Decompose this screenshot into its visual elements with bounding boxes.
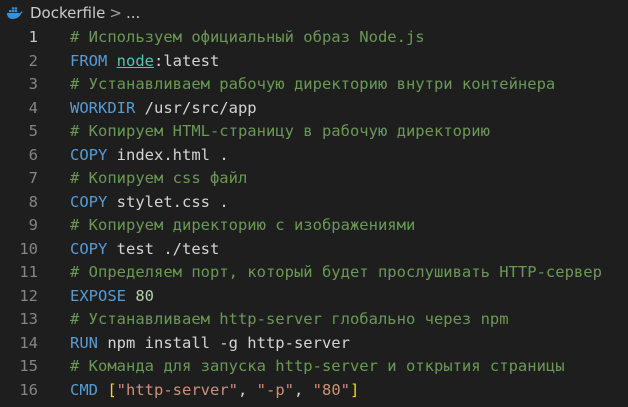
line-content[interactable]: # Команда для запуска http-server и откр…	[70, 355, 565, 379]
code-line[interactable]: 15 # Команда для запуска http-server и от…	[0, 355, 628, 379]
token-link: node	[116, 51, 154, 70]
line-number: 9	[28, 216, 38, 234]
token-kw: COPY	[70, 239, 117, 258]
line-number: 2	[28, 51, 38, 70]
code-line[interactable]: 14 RUN npm install -g http-server	[0, 332, 628, 356]
code-line[interactable]: 7 # Копируем css файл	[0, 167, 628, 191]
code-lines[interactable]: 1 # Используем официальный образ Node.js 2…	[0, 26, 628, 402]
line-number: 4	[28, 98, 38, 117]
code-line[interactable]: 8 COPY stylet.css .	[0, 191, 628, 215]
line-content[interactable]: # Копируем директорию с изображениями	[70, 214, 415, 238]
token-comment: # Используем официальный образ Node.js	[70, 28, 425, 46]
line-content[interactable]: # Определяем порт, который будет прослуш…	[70, 261, 602, 285]
code-line[interactable]: 16 CMD ["http-server", "-p", "80"]	[0, 379, 628, 403]
line-number: 16	[19, 380, 38, 399]
docker-whale-icon	[6, 7, 23, 19]
line-number: 15	[19, 357, 38, 375]
token-comment: # Копируем HTML-страницу в рабочую дирек…	[70, 122, 490, 140]
token-str: "-p"	[256, 380, 294, 399]
line-number: 13	[19, 310, 38, 328]
token-comment: # Устанавливаем http-server глобально че…	[70, 310, 509, 328]
line-content[interactable]: FROM node:latest	[70, 50, 219, 74]
line-content[interactable]: COPY stylet.css .	[70, 191, 229, 215]
code-line[interactable]: 2 FROM node:latest	[0, 50, 628, 74]
line-number: 12	[19, 286, 38, 305]
line-content[interactable]: WORKDIR /usr/src/app	[70, 97, 257, 121]
token-bracket: [	[107, 380, 117, 399]
token-text: ,	[294, 380, 313, 399]
breadcrumb: Dockerfile > ...	[0, 0, 628, 26]
code-editor[interactable]: Dockerfile > ... 1 # Используем официальн…	[0, 0, 628, 407]
line-number: 8	[28, 192, 38, 211]
line-number: 1	[28, 28, 38, 46]
token-text: stylet.css .	[116, 192, 229, 211]
token-text: npm install -g http-server	[107, 333, 350, 352]
line-content[interactable]: # Копируем css файл	[70, 167, 247, 191]
breadcrumb-file-name[interactable]: Dockerfile	[30, 4, 105, 22]
token-comment: # Определяем порт, который будет прослуш…	[70, 263, 602, 281]
code-line[interactable]: 9 # Копируем директорию с изображениями	[0, 214, 628, 238]
token-kw: CMD	[70, 380, 108, 399]
token-text: :latest	[154, 51, 220, 70]
code-line[interactable]: 12 EXPOSE 80	[0, 285, 628, 309]
line-content[interactable]: COPY index.html .	[70, 144, 229, 168]
line-content[interactable]: RUN npm install -g http-server	[70, 332, 350, 356]
chevron-right-icon: >	[109, 4, 122, 22]
token-text: index.html .	[116, 145, 229, 164]
code-line[interactable]: 11 # Определяем порт, который будет просл…	[0, 261, 628, 285]
token-str: "http-server"	[116, 380, 238, 399]
token-comment: # Копируем директорию с изображениями	[70, 216, 416, 234]
line-number: 10	[19, 239, 38, 258]
token-text: ,	[238, 380, 257, 399]
code-line[interactable]: 5 # Копируем HTML-страницу в рабочую дире…	[0, 120, 628, 144]
token-comment: # Команда для запуска http-server и откр…	[70, 357, 565, 375]
token-bracket: ]	[350, 380, 360, 399]
line-content[interactable]: CMD ["http-server", "-p", "80"]	[70, 379, 359, 403]
token-str: "80"	[312, 380, 350, 399]
token-kw: WORKDIR	[70, 98, 145, 117]
line-content[interactable]: # Устанавливаем http-server глобально че…	[70, 308, 509, 332]
line-content[interactable]: # Копируем HTML-страницу в рабочую дирек…	[70, 120, 490, 144]
token-text: /usr/src/app	[144, 98, 257, 117]
code-line[interactable]: 4 WORKDIR /usr/src/app	[0, 97, 628, 121]
token-comment: # Устанавливаем рабочую директорию внутр…	[70, 75, 556, 93]
line-content[interactable]: # Используем официальный образ Node.js	[70, 26, 425, 50]
breadcrumb-ellipsis[interactable]: ...	[126, 4, 140, 22]
token-comment: # Копируем css файл	[70, 169, 248, 187]
token-num: 80	[135, 286, 154, 305]
line-content[interactable]: # Устанавливаем рабочую директорию внутр…	[70, 73, 555, 97]
token-kw: EXPOSE	[70, 286, 136, 305]
line-number: 5	[28, 122, 38, 140]
line-content[interactable]: COPY test ./test	[70, 238, 219, 262]
line-number: 3	[28, 75, 38, 93]
token-kw: FROM	[70, 51, 117, 70]
token-kw: COPY	[70, 145, 117, 164]
code-line[interactable]: 1 # Используем официальный образ Node.js	[0, 26, 628, 50]
line-number: 11	[19, 263, 38, 281]
line-content[interactable]: EXPOSE 80	[70, 285, 154, 309]
token-kw: COPY	[70, 192, 117, 211]
code-line[interactable]: 13 # Устанавливаем http-server глобально …	[0, 308, 628, 332]
line-number: 14	[19, 333, 38, 352]
token-text: test ./test	[116, 239, 220, 258]
line-number: 7	[28, 169, 38, 187]
code-line[interactable]: 10 COPY test ./test	[0, 238, 628, 262]
code-line[interactable]: 6 COPY index.html .	[0, 144, 628, 168]
line-number: 6	[28, 145, 38, 164]
token-kw: RUN	[70, 333, 108, 352]
code-line[interactable]: 3 # Устанавливаем рабочую директорию внут…	[0, 73, 628, 97]
